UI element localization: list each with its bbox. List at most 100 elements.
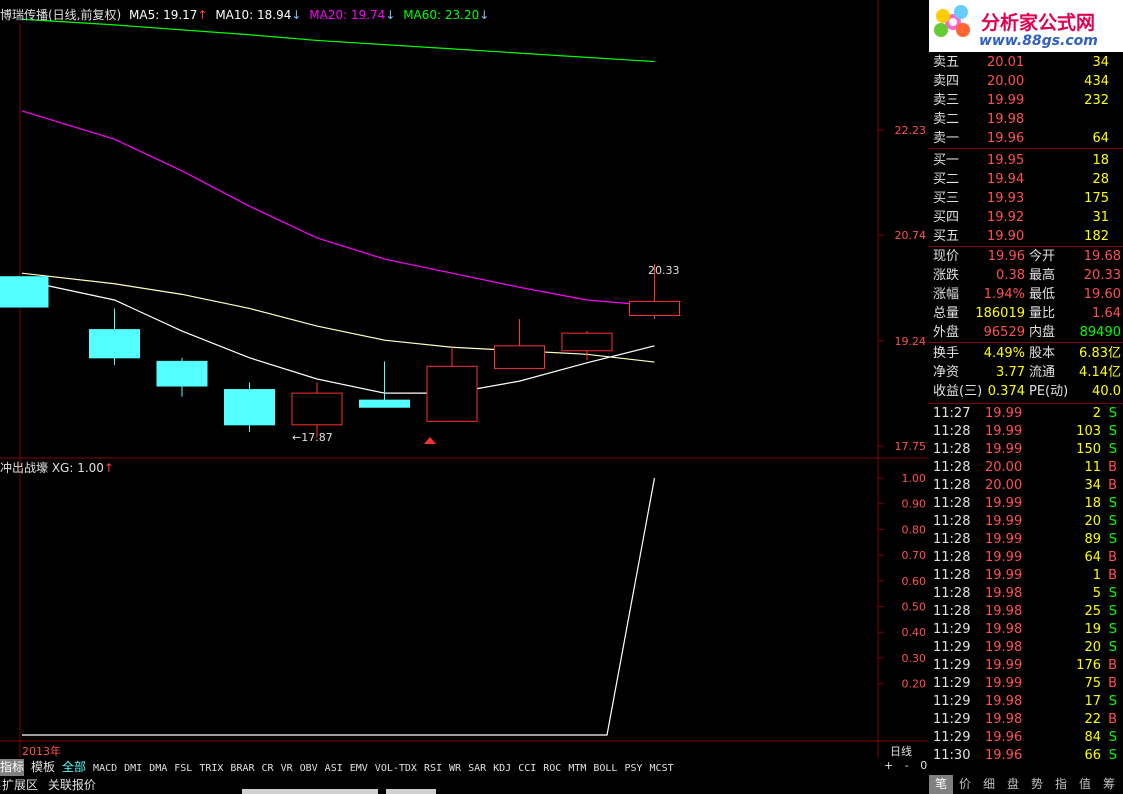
- candle-body: [89, 329, 140, 359]
- candle-body: [359, 399, 410, 408]
- side-tab-2[interactable]: 细: [977, 775, 1001, 794]
- zoom-out-button[interactable]: -: [905, 759, 909, 772]
- indicator-tab-boll[interactable]: BOLL: [593, 760, 617, 777]
- quote-label: 最低: [1029, 287, 1056, 302]
- ma5-up-arrow-icon: ↑: [197, 8, 208, 22]
- indicator-tab-cr[interactable]: CR: [262, 760, 274, 777]
- tick-time: 11:29: [933, 640, 971, 655]
- tick-time: 11:28: [933, 568, 971, 583]
- indicator-tab-macd[interactable]: MACD: [93, 760, 117, 777]
- indicator-tab-obv[interactable]: OBV: [300, 760, 318, 777]
- tick-time: 11:28: [933, 424, 971, 439]
- quote-value: 3.77: [996, 365, 1025, 380]
- candle-body: [291, 392, 343, 426]
- zoom-in-button[interactable]: +: [884, 759, 893, 772]
- indicator-tab-emv[interactable]: EMV: [350, 760, 368, 777]
- quote-label: 股本: [1029, 346, 1056, 361]
- indicator-tab-mcst[interactable]: MCST: [650, 760, 674, 777]
- indicator-tab-wr[interactable]: WR: [449, 760, 461, 777]
- stock-title[interactable]: 博瑞传播(日线,前复权): [0, 8, 121, 22]
- quote-value: 19.68: [1083, 249, 1121, 264]
- tick-price: 20.00: [985, 460, 1023, 475]
- tick-side: S: [1108, 730, 1117, 745]
- indicator-tab-sar[interactable]: SAR: [468, 760, 486, 777]
- tick-side: S: [1108, 694, 1117, 709]
- quote-panel: 分析家公式网 www.88gs.com 11:27 19.99 2 S 11:28 19.…: [929, 0, 1123, 794]
- bid-volume: 18: [1092, 153, 1109, 168]
- tick-side: B: [1108, 460, 1117, 475]
- quote-row: 净资 3.77 流通 4.14亿: [929, 363, 1123, 382]
- indicator-title-text[interactable]: 冲出战壕 XG: 1.00: [0, 461, 104, 475]
- tick-price: 19.99: [985, 658, 1023, 673]
- indicator-tab-dma[interactable]: DMA: [149, 760, 167, 777]
- tick-side: B: [1108, 550, 1117, 565]
- tick-volume: 17: [1084, 694, 1101, 709]
- tick-row: 11:28 19.99 103 S: [929, 423, 1123, 441]
- indicator-tab-vr[interactable]: VR: [281, 760, 293, 777]
- side-tab-4[interactable]: 势: [1025, 775, 1049, 794]
- bid-row: 买一 19.95 18: [929, 151, 1123, 170]
- ask-volume: 232: [1084, 93, 1109, 108]
- zoom-reset-button[interactable]: 0: [920, 759, 927, 772]
- tick-price: 19.99: [985, 424, 1023, 439]
- ma60-label: MA60: 23.20: [403, 8, 480, 22]
- side-tab-0[interactable]: 笔: [929, 775, 953, 794]
- indicator-tick-label: 0.20: [902, 678, 927, 691]
- indicator-tab-kdj[interactable]: KDJ: [493, 760, 511, 777]
- indicator-tab-cci[interactable]: CCI: [518, 760, 536, 777]
- indicator-tab-dmi[interactable]: DMI: [124, 760, 142, 777]
- side-tab-7[interactable]: 筹: [1097, 775, 1121, 794]
- tick-volume: 20: [1084, 514, 1101, 529]
- side-tab-6[interactable]: 值: [1073, 775, 1097, 794]
- tab-extension-area[interactable]: 扩展区: [2, 778, 38, 792]
- indicator-tab-全部[interactable]: 全部: [62, 759, 86, 776]
- tick-volume: 64: [1084, 550, 1101, 565]
- quote-value: 4.14亿: [1079, 365, 1121, 380]
- indicator-tab-brar[interactable]: BRAR: [230, 760, 254, 777]
- quote-row: 收益(三) 0.374 PE(动) 40.0: [929, 382, 1123, 401]
- tick-side: S: [1108, 514, 1117, 529]
- quote-value: 6.83亿: [1079, 346, 1121, 361]
- tick-side: S: [1108, 586, 1117, 601]
- main-chart[interactable]: 22.23 20.74 19.24 17.75 1.00 0.90 0.80 0.70 0.6…: [0, 0, 929, 794]
- indicator-tab-模板[interactable]: 模板: [31, 759, 55, 776]
- tick-time: 11:27: [933, 406, 971, 421]
- ask-row: 卖五 20.01 34: [929, 53, 1123, 72]
- indicator-tab-rsi[interactable]: RSI: [424, 760, 442, 777]
- ask-row: 卖二 19.98: [929, 110, 1123, 129]
- ask-price: 20.00: [987, 74, 1025, 89]
- indicator-tab-指标[interactable]: 指标: [0, 759, 25, 776]
- scrollbar[interactable]: [242, 789, 378, 794]
- side-tab-3[interactable]: 盘: [1001, 775, 1025, 794]
- bid-row: 买五 19.90 182: [929, 227, 1123, 246]
- year-label: 2013年: [22, 745, 61, 758]
- tick-row: 11:29 19.99 176 B: [929, 657, 1123, 675]
- candle-body: [494, 345, 545, 369]
- quote-row: 涨幅 1.94% 最低 19.60: [929, 285, 1123, 304]
- side-tab-5[interactable]: 指: [1049, 775, 1073, 794]
- tick-volume: 11: [1084, 460, 1101, 475]
- indicator-tab-asi[interactable]: ASI: [325, 760, 343, 777]
- tick-price: 20.00: [985, 478, 1023, 493]
- tab-related-quotes[interactable]: 关联报价: [48, 778, 96, 792]
- indicator-tab-roc[interactable]: ROC: [543, 760, 561, 777]
- period-label[interactable]: 日线: [890, 743, 912, 759]
- scrollbar-thumb[interactable]: [386, 789, 436, 794]
- ask-price: 19.98: [987, 112, 1025, 127]
- indicator-tab-mtm[interactable]: MTM: [568, 760, 586, 777]
- tick-volume: 25: [1084, 604, 1101, 619]
- indicator-tab-vol-tdx[interactable]: VOL-TDX: [375, 760, 417, 777]
- quote-value: 0.374: [987, 384, 1025, 399]
- tick-volume: 84: [1084, 730, 1101, 745]
- price-tick-label: 19.24: [895, 335, 927, 348]
- indicator-tab-trix[interactable]: TRIX: [199, 760, 223, 777]
- quote-label: PE(动): [1029, 384, 1069, 399]
- quote-value: 40.0: [1092, 384, 1121, 399]
- tick-time: 11:29: [933, 712, 971, 727]
- indicator-tab-psy[interactable]: PSY: [624, 760, 642, 777]
- indicator-tab-fsl[interactable]: FSL: [174, 760, 192, 777]
- bid-label: 买一: [933, 153, 960, 168]
- tick-row: 11:28 19.98 25 S: [929, 603, 1123, 621]
- tick-row: 11:28 20.00 34 B: [929, 477, 1123, 495]
- side-tab-1[interactable]: 价: [953, 775, 977, 794]
